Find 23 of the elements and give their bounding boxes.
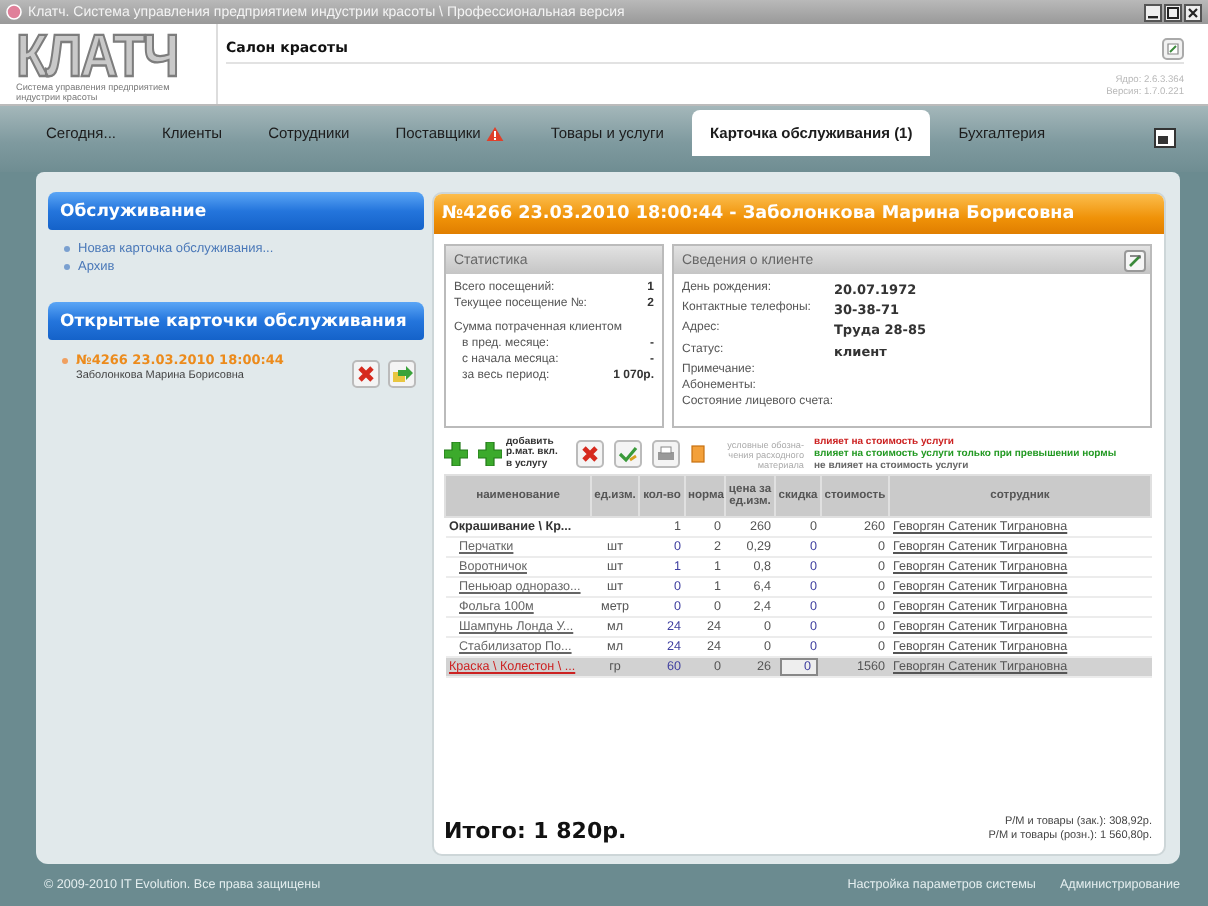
plus-icon [478,442,502,466]
total: Итого: 1 820р. [444,818,627,844]
minimize-button[interactable] [1144,3,1162,21]
section-header: Открытые карточки обслуживания [48,302,424,340]
card-header: №4266 23.03.2010 18:00:44 - Заболонкова Марина Борисовна [434,194,1164,234]
maximize-button[interactable] [1164,3,1182,21]
app-icon [6,4,22,20]
bullet-icon [64,264,70,270]
add-icon[interactable] [444,442,468,466]
document-icon[interactable] [1162,37,1184,59]
check-icon[interactable] [614,440,642,468]
open-card-icon[interactable] [388,360,416,388]
section-header: Обслуживание [48,192,424,230]
logo: КЛАТЧ [16,30,178,81]
window-icon[interactable] [1154,127,1176,147]
bullet-icon [64,246,70,252]
close-button[interactable] [1184,3,1202,21]
marker-icon [690,444,706,464]
edit-icon[interactable] [1124,249,1146,271]
printer-icon[interactable] [652,440,680,468]
delete-icon[interactable] [352,360,380,388]
bullet-icon [62,358,68,364]
delete-icon[interactable] [576,440,604,468]
